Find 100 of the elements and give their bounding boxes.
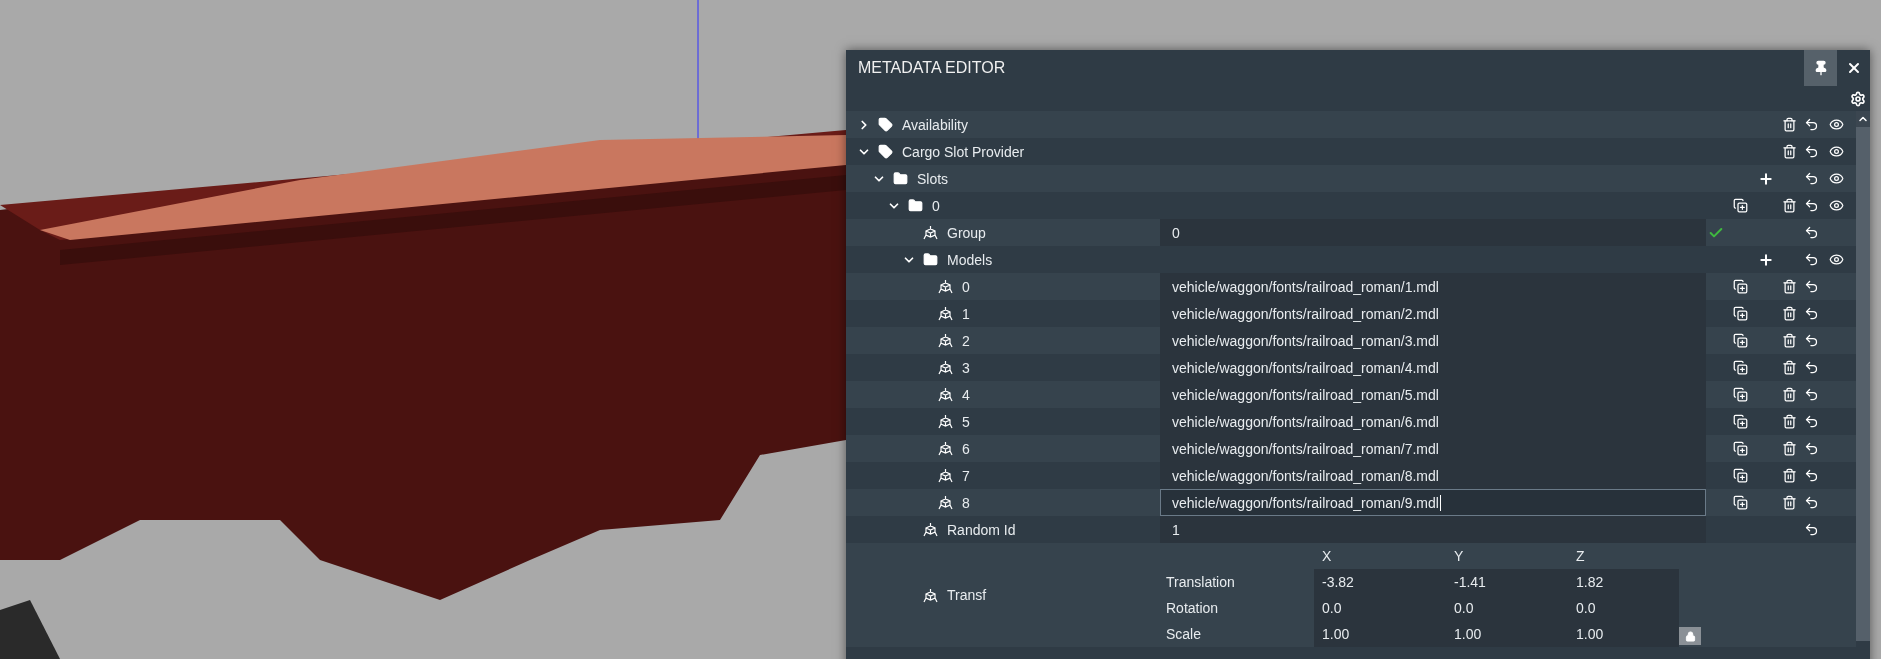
lock-icon [1684, 630, 1696, 642]
value-field[interactable]: vehicle/waggon/fonts/railroad_roman/7.mdl [1160, 435, 1706, 462]
undo-icon [1804, 360, 1819, 375]
duplicate-button[interactable] [1732, 198, 1748, 213]
duplicate-button[interactable] [1732, 414, 1748, 429]
tree-label: 6 [962, 440, 970, 457]
value-field[interactable]: 1 [1160, 516, 1706, 543]
visibility-button[interactable] [1829, 171, 1844, 186]
delete-button[interactable] [1781, 306, 1797, 321]
delete-button[interactable] [1781, 468, 1797, 483]
reset-button[interactable] [1804, 387, 1819, 402]
trash-icon [1781, 198, 1797, 213]
value-field[interactable]: 0.0 [1446, 595, 1568, 621]
undo-icon [1804, 198, 1819, 213]
value-field[interactable]: 1.00 [1446, 621, 1568, 647]
duplicate-button[interactable] [1732, 360, 1748, 375]
delete-button[interactable] [1781, 333, 1797, 348]
delete-button[interactable] [1781, 144, 1797, 159]
folder-icon [893, 171, 908, 186]
eye-icon [1829, 117, 1844, 132]
reset-button[interactable] [1804, 495, 1819, 510]
delete-button[interactable] [1781, 441, 1797, 456]
scroll-up-button[interactable] [1856, 111, 1870, 127]
duplicate-button[interactable] [1732, 495, 1748, 510]
undo-icon [1804, 144, 1819, 159]
node-icon [923, 225, 938, 240]
value-field[interactable]: vehicle/waggon/fonts/railroad_roman/8.mdl [1160, 462, 1706, 489]
value-field[interactable]: 0 [1160, 219, 1706, 246]
value-field[interactable]: vehicle/waggon/fonts/railroad_roman/6.mdl [1160, 408, 1706, 435]
settings-icon [1850, 90, 1866, 107]
scrollbar[interactable] [1856, 111, 1870, 641]
node-icon [938, 414, 953, 429]
value-field[interactable]: 0.0 [1568, 595, 1679, 621]
undo-icon [1804, 522, 1819, 537]
reset-button[interactable] [1804, 441, 1819, 456]
tree-label: 4 [962, 386, 970, 403]
value-field[interactable]: vehicle/waggon/fonts/railroad_roman/4.mdl [1160, 354, 1706, 381]
visibility-button[interactable] [1829, 252, 1844, 267]
duplicate-button[interactable] [1732, 468, 1748, 483]
visibility-button[interactable] [1829, 144, 1844, 159]
reset-button[interactable] [1804, 225, 1819, 240]
value-field[interactable]: vehicle/waggon/fonts/railroad_roman/1.mdl [1160, 273, 1706, 300]
reset-button[interactable] [1804, 171, 1819, 186]
tree-label: 0 [932, 197, 940, 214]
reset-button[interactable] [1804, 333, 1819, 348]
delete-button[interactable] [1781, 279, 1797, 294]
add-button[interactable] [1758, 170, 1774, 187]
reset-button[interactable] [1804, 306, 1819, 321]
trash-icon [1781, 279, 1797, 294]
pin-button[interactable] [1804, 50, 1837, 86]
duplicate-icon [1732, 360, 1748, 375]
column-header: X [1321, 548, 1333, 564]
value-field[interactable]: vehicle/waggon/fonts/railroad_roman/5.mdl [1160, 381, 1706, 408]
delete-button[interactable] [1781, 117, 1797, 132]
delete-button[interactable] [1781, 414, 1797, 429]
value-field[interactable]: -3.82 [1314, 569, 1446, 595]
duplicate-button[interactable] [1732, 441, 1748, 456]
duplicate-button[interactable] [1732, 306, 1748, 321]
add-button[interactable] [1758, 251, 1774, 268]
delete-button[interactable] [1781, 360, 1797, 375]
column-header: Y [1453, 548, 1465, 564]
value-field[interactable]: 1.00 [1314, 621, 1446, 647]
reset-button[interactable] [1804, 252, 1819, 267]
undo-icon [1804, 117, 1819, 132]
delete-button[interactable] [1781, 495, 1797, 510]
delete-button[interactable] [1781, 198, 1797, 213]
reset-button[interactable] [1804, 117, 1819, 132]
trash-icon [1781, 117, 1797, 132]
value-field[interactable]: 0.0 [1314, 595, 1446, 621]
row-label: Scale [1165, 626, 1203, 642]
settings-button[interactable] [1850, 90, 1866, 107]
tree-label: 8 [962, 494, 970, 511]
value-field[interactable]: vehicle/waggon/fonts/railroad_roman/3.mdl [1160, 327, 1706, 354]
value-field[interactable]: -1.41 [1446, 569, 1568, 595]
duplicate-button[interactable] [1732, 333, 1748, 348]
value-field[interactable]: vehicle/waggon/fonts/railroad_roman/2.mdl [1160, 300, 1706, 327]
lock-button[interactable] [1679, 627, 1701, 645]
value-field[interactable]: 1.00 [1568, 621, 1679, 647]
reset-button[interactable] [1804, 144, 1819, 159]
node-icon [938, 306, 953, 321]
duplicate-button[interactable] [1732, 387, 1748, 402]
reset-button[interactable] [1804, 414, 1819, 429]
trash-icon [1781, 495, 1797, 510]
value-field[interactable]: 1.82 [1568, 569, 1679, 595]
reset-button[interactable] [1804, 279, 1819, 294]
delete-button[interactable] [1781, 387, 1797, 402]
tree-label: 0 [962, 278, 970, 295]
value-field[interactable]: vehicle/waggon/fonts/railroad_roman/9.mdl [1160, 489, 1706, 516]
visibility-button[interactable] [1829, 117, 1844, 132]
reset-button[interactable] [1804, 198, 1819, 213]
visibility-button[interactable] [1829, 198, 1844, 213]
node-icon [923, 522, 938, 537]
node-icon [938, 279, 953, 294]
duplicate-button[interactable] [1732, 279, 1748, 294]
undo-icon [1804, 414, 1819, 429]
reset-button[interactable] [1804, 522, 1819, 537]
node-icon [938, 360, 953, 375]
row-label: Rotation [1165, 600, 1220, 616]
reset-button[interactable] [1804, 468, 1819, 483]
reset-button[interactable] [1804, 360, 1819, 375]
